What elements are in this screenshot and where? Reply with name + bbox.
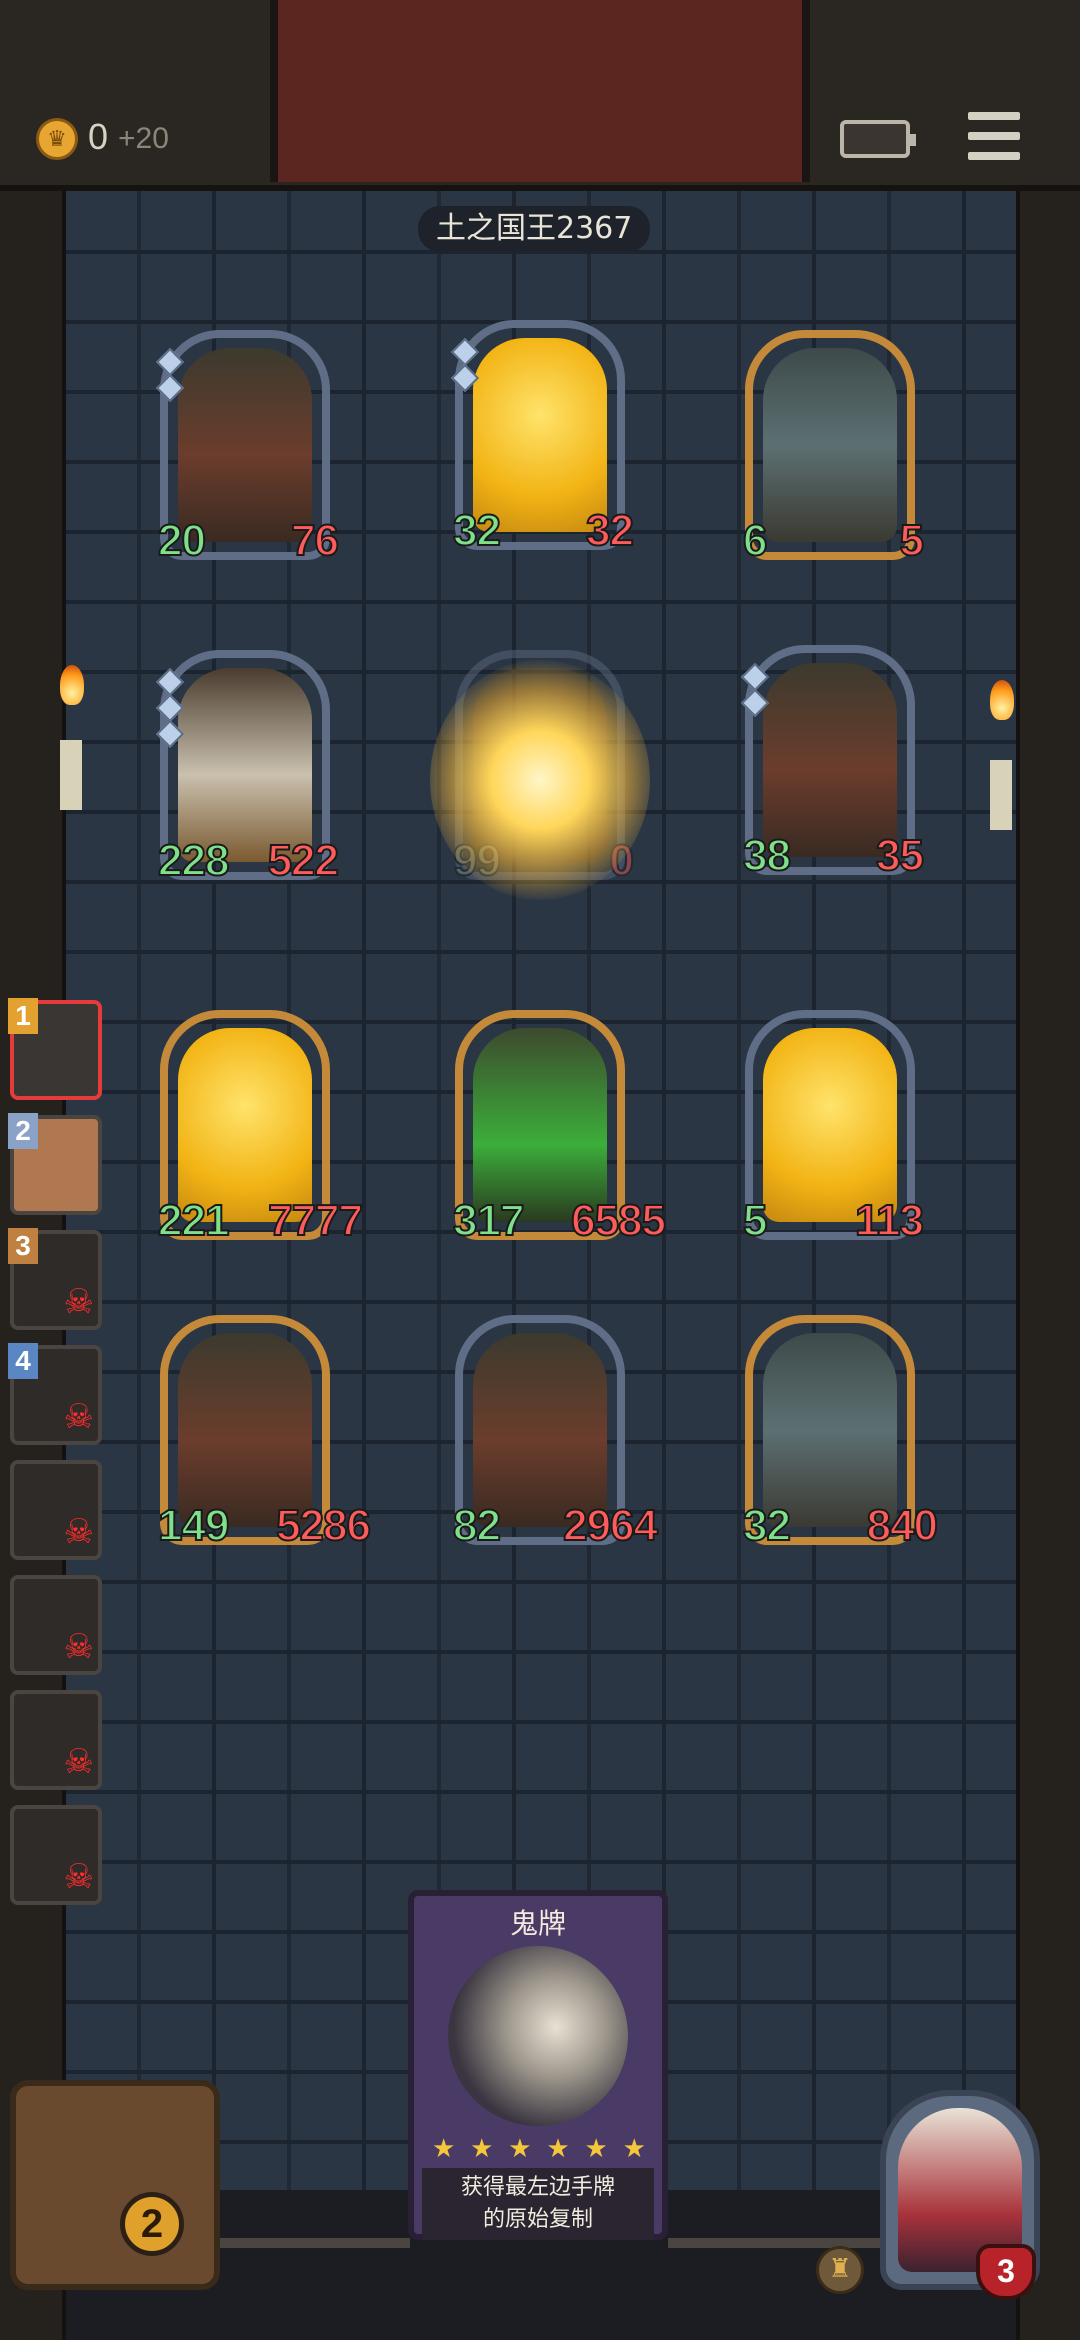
curtain xyxy=(270,0,810,182)
queue-number: 4 xyxy=(8,1343,38,1379)
enemy-card-1[interactable]: 20 76 xyxy=(155,330,340,566)
green-monster-portrait xyxy=(473,1028,607,1222)
health-value: 6585 xyxy=(570,1195,667,1246)
queue-number: 2 xyxy=(8,1113,38,1149)
queue-item-defeated[interactable]: ☠ xyxy=(10,1460,102,1560)
description-line: 获得最左边手牌 xyxy=(460,2175,615,2200)
star-rating: ★ ★ ★ ★ ★ ★ xyxy=(432,2134,646,2164)
skull-icon: ☠ xyxy=(63,1397,94,1437)
attack-value: 221 xyxy=(157,1195,230,1246)
right-frame xyxy=(1016,0,1080,2340)
description-line: 的原始复制 xyxy=(482,2207,593,2232)
attack-value: 38 xyxy=(742,830,792,881)
pipe xyxy=(668,2238,883,2248)
queue-item-owl[interactable]: 1 xyxy=(8,998,102,1100)
attack-value: 32 xyxy=(742,1500,792,1551)
star-icon: ★ xyxy=(432,2134,456,2164)
explosion-effect xyxy=(430,660,650,900)
health-value: 522 xyxy=(267,835,340,886)
enemy-card-6[interactable]: 38 35 xyxy=(740,645,925,881)
queue-item-hero[interactable]: 2 xyxy=(8,1113,102,1215)
beast-portrait xyxy=(763,348,897,542)
ghost-card-title: 鬼牌 xyxy=(509,1907,566,1940)
menu-bar-icon xyxy=(968,132,1020,140)
queue-item-defeated[interactable]: 4 ☠ xyxy=(8,1343,102,1445)
star-icon: ★ xyxy=(470,2134,494,2164)
dragon-portrait xyxy=(473,1333,607,1527)
skull-icon: ☠ xyxy=(63,1282,94,1322)
menu-bar-icon xyxy=(968,152,1020,160)
star-icon: ★ xyxy=(508,2134,532,2164)
deck-chest[interactable] xyxy=(10,2080,220,2290)
level-title: 土之国王2367 xyxy=(418,206,651,252)
attack-value: 32 xyxy=(452,505,502,556)
health-value: 2964 xyxy=(562,1500,659,1551)
player-card-3[interactable]: 5 113 xyxy=(742,1010,925,1246)
attack-value: 228 xyxy=(157,835,230,886)
health-value: 113 xyxy=(854,1195,925,1246)
skull-icon: ☠ xyxy=(63,1627,94,1667)
star-icon: ★ xyxy=(546,2134,570,2164)
queue-item-defeated[interactable]: ☠ xyxy=(10,1690,102,1790)
health-value: 76 xyxy=(290,515,340,566)
player-card-1[interactable]: 221 7777 xyxy=(157,1010,364,1246)
enemy-card-4[interactable]: 228 522 xyxy=(155,650,340,886)
menu-button[interactable] xyxy=(968,112,1020,160)
battery-icon xyxy=(840,120,916,158)
golden-dragon-portrait xyxy=(473,338,607,532)
candle-right xyxy=(990,760,1012,830)
deck-count-badge: 2 xyxy=(120,2192,184,2256)
player-card-4[interactable]: 149 5286 xyxy=(157,1315,372,1551)
attack-value: 149 xyxy=(157,1500,230,1551)
gold-amount: 0 xyxy=(88,116,109,157)
queue-item-defeated[interactable]: ☠ xyxy=(10,1575,102,1675)
dragon-portrait xyxy=(178,348,312,542)
attack-value: 6 xyxy=(742,515,769,566)
attack-value: 5 xyxy=(742,1195,769,1246)
pipe xyxy=(200,2238,410,2248)
golden-dragon-portrait xyxy=(178,1028,312,1222)
queue-number: 3 xyxy=(8,1228,38,1264)
candle-left xyxy=(60,740,82,810)
health-value: 32 xyxy=(585,505,635,556)
pumpkin-portrait xyxy=(178,668,312,862)
star-icon: ★ xyxy=(622,2134,646,2164)
skull-joker-portrait xyxy=(448,1946,628,2126)
attack-value: 82 xyxy=(452,1500,502,1551)
top-bar: ♛ 0 +20 xyxy=(0,0,1080,191)
dragon-portrait xyxy=(178,1333,312,1527)
golden-dragon-portrait xyxy=(763,1028,897,1222)
candle-flame-icon xyxy=(60,665,84,705)
candle-flame-icon xyxy=(990,680,1014,720)
player-card-5[interactable]: 82 2964 xyxy=(452,1315,659,1551)
star-icon: ★ xyxy=(584,2134,608,2164)
player-card-2[interactable]: 317 6585 xyxy=(452,1010,667,1246)
dragon-portrait xyxy=(763,663,897,857)
hero-health-heart-icon: 3 xyxy=(976,2244,1036,2300)
player-card-6[interactable]: 32 840 xyxy=(742,1315,939,1551)
ghost-card-description: 获得最左边手牌 的原始复制 xyxy=(422,2168,654,2240)
ghost-card[interactable]: 鬼牌 ★ ★ ★ ★ ★ ★ 获得最左边手牌 的原始复制 xyxy=(408,1890,668,2240)
skull-icon: ☠ xyxy=(63,1857,94,1897)
queue-number: 1 xyxy=(8,998,38,1034)
beast-portrait xyxy=(763,1333,897,1527)
queue-item-defeated[interactable]: ☠ xyxy=(10,1805,102,1905)
attack-value: 317 xyxy=(452,1195,525,1246)
menu-bar-icon xyxy=(968,112,1020,120)
health-value: 5 xyxy=(898,515,925,566)
skull-icon: ☠ xyxy=(63,1742,94,1782)
queue-item-defeated[interactable]: 3 ☠ xyxy=(8,1228,102,1330)
enemy-card-2[interactable]: 32 32 xyxy=(450,320,635,556)
health-value: 840 xyxy=(866,1500,939,1551)
health-value: 35 xyxy=(875,830,925,881)
health-value: 5286 xyxy=(275,1500,372,1551)
health-value: 7777 xyxy=(267,1195,364,1246)
attack-value: 20 xyxy=(157,515,207,566)
crest-icon[interactable]: ♜ xyxy=(816,2246,864,2294)
enemy-card-3[interactable]: 6 5 xyxy=(742,330,925,566)
gold-bonus: +20 xyxy=(118,122,169,155)
skull-icon: ☠ xyxy=(63,1512,94,1552)
gold-coin-icon: ♛ xyxy=(36,118,78,160)
